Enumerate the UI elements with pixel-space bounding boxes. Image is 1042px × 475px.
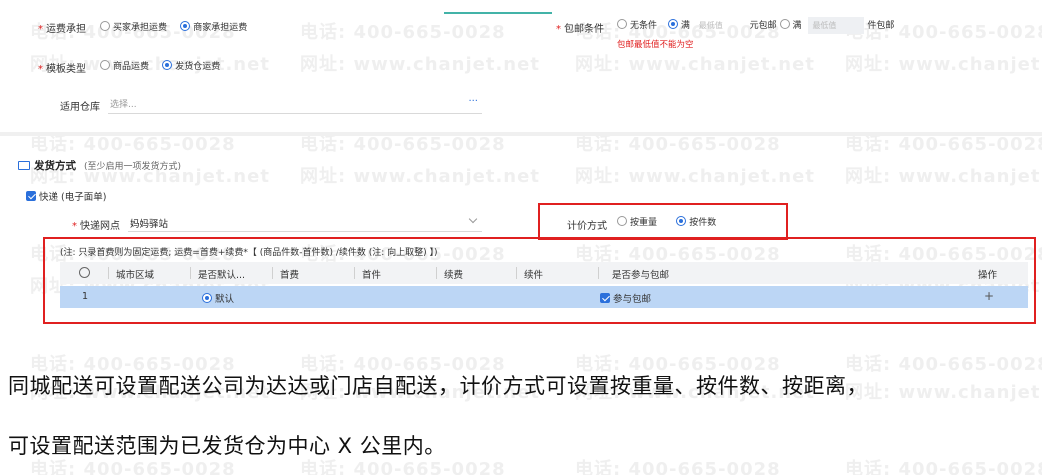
template-type-label: 模板类型 xyxy=(46,64,86,75)
free-shipping-error: 包邮最低值不能为空 xyxy=(617,40,694,50)
header-city[interactable]: 城市区域 xyxy=(116,267,154,281)
freight-field: * 运费承担 xyxy=(38,20,86,35)
free-none-option[interactable]: 无条件 xyxy=(617,19,657,31)
radio-icon xyxy=(779,19,790,29)
header-action: 操作 xyxy=(978,270,998,281)
express-checkbox[interactable]: 快递 (电子面单) xyxy=(26,189,106,203)
header-default[interactable]: 是否默认... xyxy=(198,267,245,281)
freight-label: 运费承担 xyxy=(46,24,86,35)
header-extra-count[interactable]: 续件 xyxy=(524,267,543,281)
template-type-radio-group: 商品运费 发货仓运费 xyxy=(100,59,230,72)
outlet-select[interactable]: 妈妈驿站 xyxy=(128,212,482,232)
free-count-input[interactable]: 最低值 xyxy=(808,17,865,34)
radio-icon xyxy=(617,19,627,29)
header-first-count[interactable]: 首件 xyxy=(362,267,381,281)
template-option-warehouse[interactable]: 发货仓运费 xyxy=(162,59,220,72)
warehouse-select[interactable]: 选择... ··· xyxy=(108,94,482,114)
truck-icon xyxy=(18,161,30,170)
description-line-2: 可设置配送范围为已发货仓为中心 X 公里内。 xyxy=(8,434,446,458)
radio-checked-icon xyxy=(667,19,678,29)
watermark-site: 网址: www.chanjet.net xyxy=(845,166,1042,187)
checkbox-checked-icon xyxy=(600,293,610,303)
warehouse-label: 适用仓库 xyxy=(60,102,100,113)
description-line-1: 同城配送可设置配送公司为达达或门店自配送，计价方式可设置按重量、按件数、按距离， xyxy=(8,374,868,398)
table-row[interactable]: 1 默认 参与包邮 + xyxy=(60,286,1028,308)
watermark-phone: 电话: 400-665-0028 xyxy=(300,22,506,43)
outlet-field: * 快递网点 xyxy=(72,217,120,232)
outlet-label: 快递网点 xyxy=(80,221,120,232)
table-note: (注: 只录首费则为固定运费; 运费=首费+续费*【 (商品件数-首件数) /续… xyxy=(60,248,438,258)
header-extra-fee[interactable]: 续费 xyxy=(444,267,463,281)
pricing-label: 计价方式 xyxy=(567,221,607,232)
template-option-product[interactable]: 商品运费 xyxy=(100,59,149,72)
pricing-option-weight[interactable]: 按重量 xyxy=(617,215,657,228)
column-separator xyxy=(598,267,599,279)
section-divider xyxy=(0,132,1042,136)
row-index: 1 xyxy=(82,291,89,302)
shipping-method-header: 发货方式 (至少启用一项发货方式) xyxy=(18,158,181,173)
watermark-site: 网址: www.chanjet.net xyxy=(575,166,815,187)
free-shipping-checkbox[interactable]: 参与包邮 xyxy=(600,291,651,305)
column-separator xyxy=(516,267,517,279)
header-first-fee[interactable]: 首费 xyxy=(280,267,299,281)
free-shipping-options: 无条件 满 最低值 元包邮 满 最低值 件包邮 xyxy=(617,17,894,34)
active-tab-indicator xyxy=(444,12,552,14)
radio-icon xyxy=(100,21,110,31)
freight-option-seller[interactable]: 商家承担运费 xyxy=(180,20,247,33)
shipping-method-title: 发货方式 xyxy=(34,160,76,172)
checkbox-checked-icon xyxy=(26,191,36,201)
required-mark: * xyxy=(38,24,43,35)
pricing-option-count[interactable]: 按件数 xyxy=(676,215,716,228)
radio-icon xyxy=(100,60,110,70)
outlet-value: 妈妈驿站 xyxy=(130,219,169,230)
watermark-site: 网址: www.chanjet.net xyxy=(300,166,540,187)
free-amount-option[interactable]: 满 xyxy=(667,19,690,31)
column-separator xyxy=(190,267,191,279)
required-mark: * xyxy=(38,64,43,75)
free-count-unit: 件包邮 xyxy=(867,21,895,31)
column-separator xyxy=(436,267,437,279)
freight-option-buyer[interactable]: 买家承担运费 xyxy=(100,20,167,33)
required-mark: * xyxy=(556,24,561,35)
free-amount-input[interactable]: 最低值 xyxy=(697,17,747,34)
radio-checked-icon xyxy=(180,21,191,31)
radio-icon xyxy=(617,216,627,226)
freight-radio-group: 买家承担运费 商家承担运费 xyxy=(100,20,257,33)
column-separator xyxy=(108,267,109,279)
watermark-site: 网址: www.chanjet.net xyxy=(845,382,1042,403)
watermark-phone: 电话: 400-665-0028 xyxy=(845,459,1042,475)
column-separator xyxy=(272,267,273,279)
column-separator xyxy=(354,267,355,279)
watermark-phone: 电话: 400-665-0028 xyxy=(575,459,781,475)
free-count-option[interactable]: 满 xyxy=(779,19,802,31)
watermark-site: 网址: www.chanjet.net xyxy=(575,54,815,75)
add-row-button[interactable]: + xyxy=(984,289,994,303)
free-shipping-field: * 包邮条件 xyxy=(556,20,604,35)
required-mark: * xyxy=(72,221,77,232)
table-header: 城市区域 是否默认... 首费 首件 续费 续件 是否参与包邮 操作 xyxy=(60,262,1028,284)
default-radio[interactable]: 默认 xyxy=(202,291,234,305)
watermark-site: 网址: www.chanjet.net xyxy=(845,54,1042,75)
warehouse-placeholder: 选择... xyxy=(110,100,137,110)
radio-checked-icon xyxy=(676,216,687,226)
radio-checked-icon xyxy=(162,60,173,70)
chevron-down-icon xyxy=(468,214,478,224)
watermark-phone: 电话: 400-665-0028 xyxy=(845,354,1042,375)
pricing-radio-group: 按重量 按件数 xyxy=(617,215,726,228)
watermark-site: 网址: www.chanjet.net xyxy=(300,54,540,75)
column-settings-icon[interactable] xyxy=(79,267,90,278)
radio-checked-icon xyxy=(202,293,212,303)
template-type-field: * 模板类型 xyxy=(38,60,86,75)
free-amount-unit: 元包邮 xyxy=(749,21,777,31)
free-shipping-label: 包邮条件 xyxy=(564,24,604,35)
shipping-method-subtitle: (至少启用一项发货方式) xyxy=(84,162,182,172)
header-free-shipping[interactable]: 是否参与包邮 xyxy=(612,267,669,281)
more-icon[interactable]: ··· xyxy=(468,96,478,107)
